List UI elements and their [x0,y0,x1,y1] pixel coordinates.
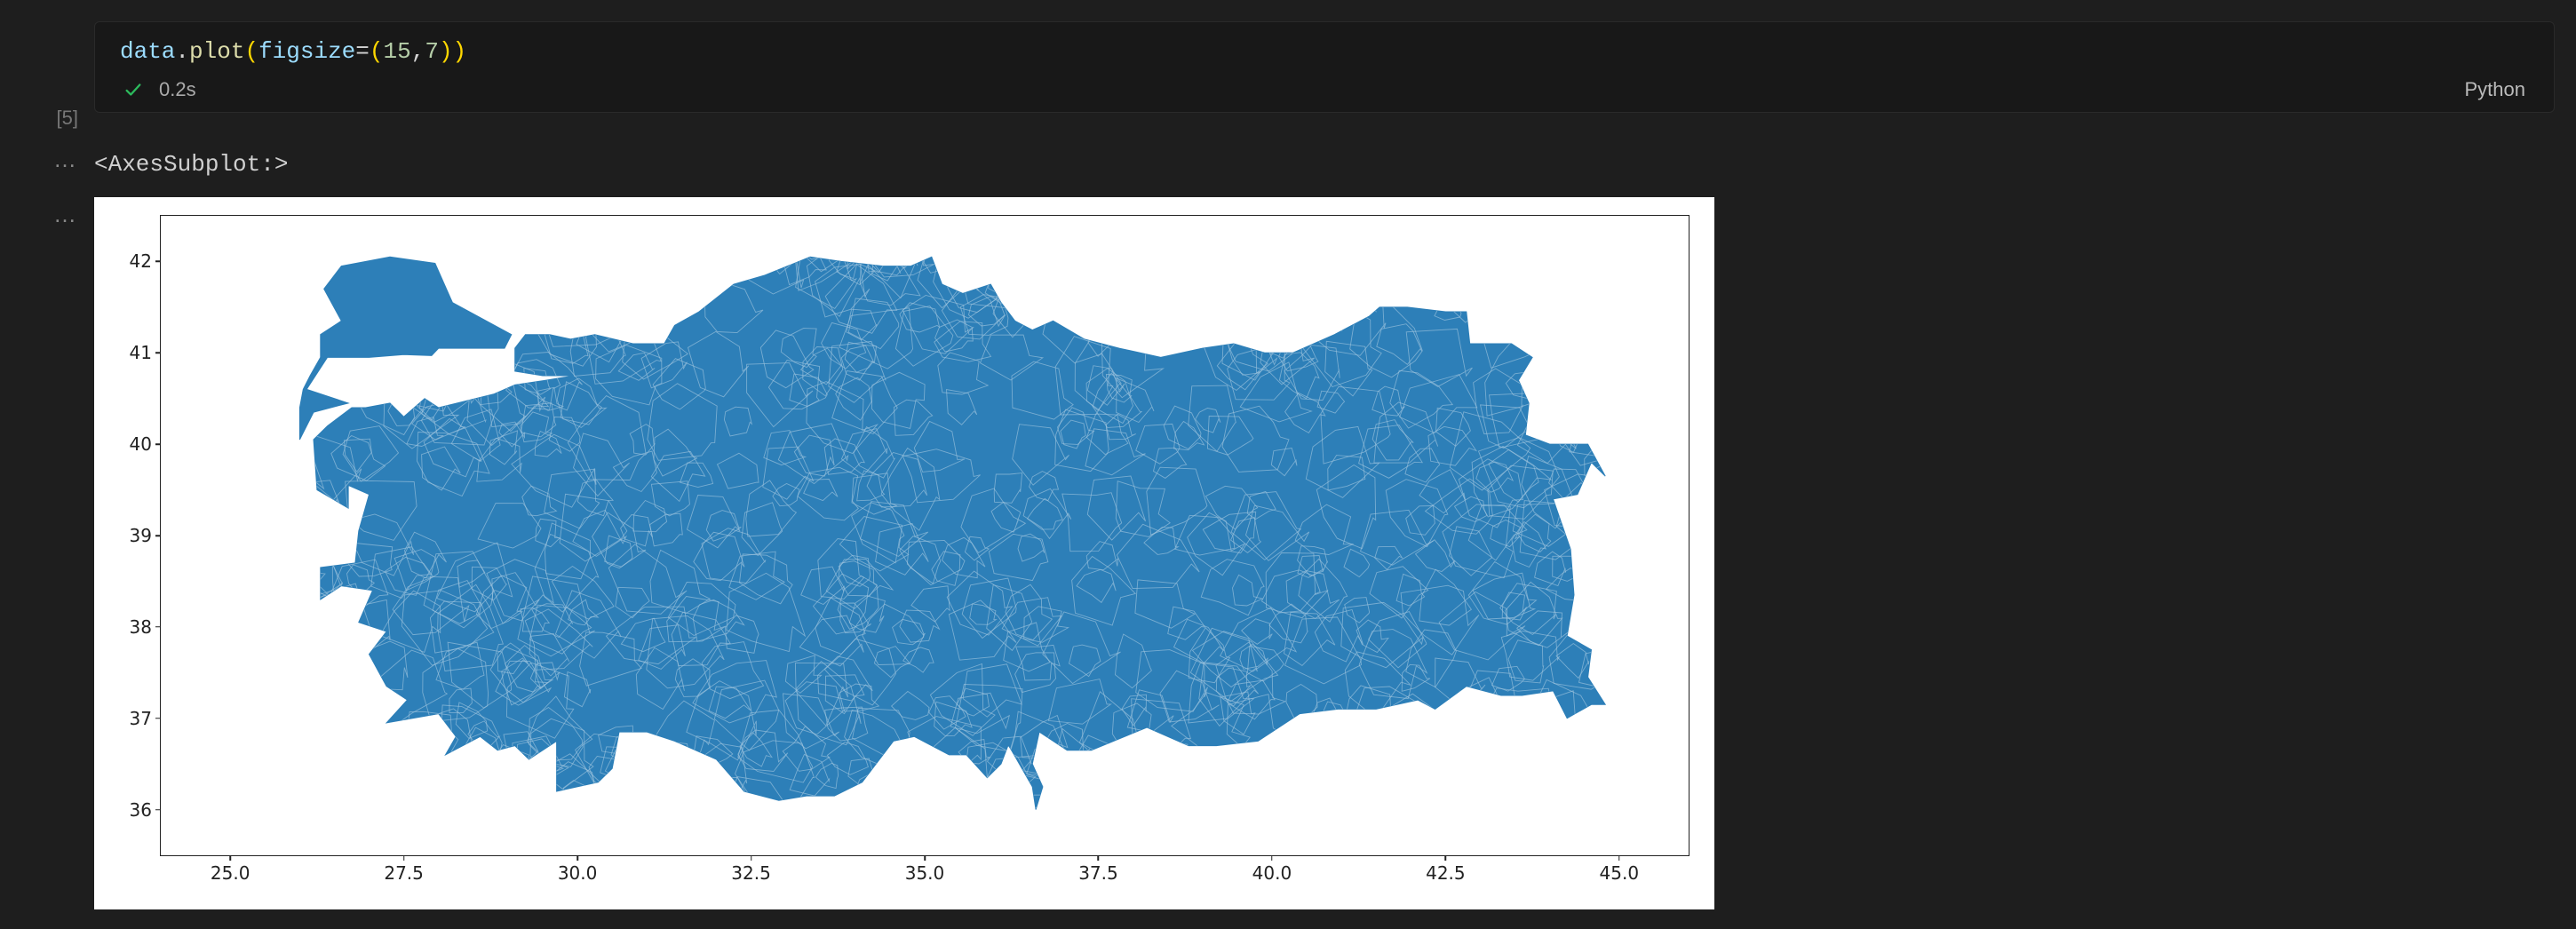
plot-output-row: … 3637383940414225.027.530.032.535.037.5… [0,185,2576,912]
text-output-row: … <AxesSubplot:> [0,130,2576,185]
exec-count-gutter: [5] [21,0,78,130]
checkmark-icon [123,80,143,99]
ellipsis-icon: … [53,201,78,228]
code-input[interactable]: data.plot(figsize=(15,7)) 0.2s Python [94,21,2555,113]
output-gutter[interactable]: … [21,130,78,173]
repr-output: <AxesSubplot:> [94,130,2555,185]
plot-axes: 3637383940414225.027.530.032.535.037.540… [160,215,1690,856]
elapsed-time: 0.2s [159,78,196,101]
turkey-map [161,216,1689,855]
code-line: data.plot(figsize=(15,7)) [120,35,2529,69]
language-label: Python [2465,78,2526,101]
exec-count: [5] [57,107,78,130]
notebook: [5] data.plot(figsize=(15,7)) 0.2s Pytho… [0,0,2576,912]
cell-status-bar: 0.2s Python [120,69,2529,112]
output-gutter-2[interactable]: … [21,185,78,228]
plot-output: 3637383940414225.027.530.032.535.037.540… [94,197,1714,909]
ellipsis-icon: … [53,146,78,173]
code-cell: [5] data.plot(figsize=(15,7)) 0.2s Pytho… [0,0,2576,130]
